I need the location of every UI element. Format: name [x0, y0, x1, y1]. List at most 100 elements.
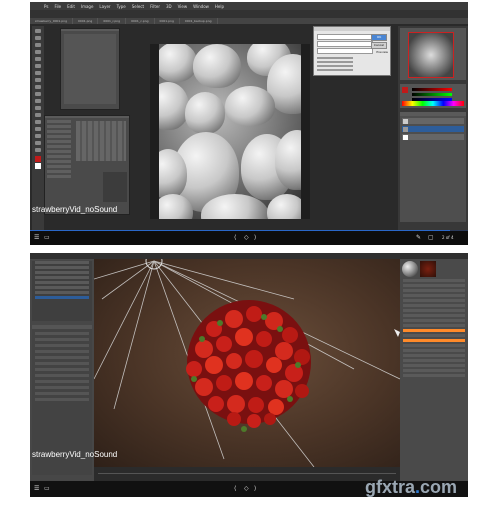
- tree-item[interactable]: [35, 286, 89, 289]
- chat-icon[interactable]: ▭: [44, 485, 50, 492]
- material-setting[interactable]: [403, 294, 465, 297]
- material-setting[interactable]: [403, 279, 465, 282]
- dialog-field[interactable]: [317, 41, 373, 47]
- property-row[interactable]: [35, 362, 89, 365]
- layer-row[interactable]: [402, 134, 464, 140]
- brush-tip-grid[interactable]: [76, 121, 126, 161]
- material-setting[interactable]: [403, 364, 465, 367]
- material-setting[interactable]: [403, 314, 465, 317]
- texture-thumbnail[interactable]: [420, 261, 436, 277]
- menu-icon[interactable]: ☰: [34, 485, 39, 492]
- 3d-viewport[interactable]: [94, 259, 400, 467]
- lasso-tool-icon[interactable]: [35, 43, 41, 47]
- doc-tab[interactable]: 0001_r.png: [98, 18, 127, 24]
- brush-setting[interactable]: [47, 160, 71, 163]
- menu-item[interactable]: Image: [81, 4, 94, 9]
- menu-item[interactable]: File: [54, 4, 61, 9]
- prev-icon[interactable]: ⟨: [234, 485, 236, 492]
- menu-item[interactable]: Ps: [44, 4, 48, 9]
- brush-setting[interactable]: [47, 145, 71, 148]
- menu-item[interactable]: Select: [132, 4, 144, 9]
- material-setting[interactable]: [403, 299, 465, 302]
- play-icon[interactable]: ◇: [244, 234, 249, 241]
- pen-icon[interactable]: ✎: [416, 234, 421, 241]
- dialog-option[interactable]: [317, 57, 353, 59]
- shape-tool-icon[interactable]: [35, 148, 41, 152]
- property-row[interactable]: [35, 386, 89, 389]
- material-setting[interactable]: [403, 309, 465, 312]
- material-setting[interactable]: [403, 359, 465, 362]
- dialog-option[interactable]: [317, 69, 353, 71]
- brush-setting[interactable]: [47, 155, 71, 158]
- blur-tool-icon[interactable]: [35, 113, 41, 117]
- tree-item[interactable]: [35, 271, 89, 274]
- crop-icon[interactable]: ▢: [428, 234, 434, 241]
- menu-item[interactable]: View: [178, 4, 188, 9]
- eyedropper-tool-icon[interactable]: [35, 64, 41, 68]
- menu-item[interactable]: Edit: [67, 4, 75, 9]
- tree-item[interactable]: [35, 281, 89, 284]
- menu-item[interactable]: Help: [215, 4, 224, 9]
- property-row[interactable]: [35, 380, 89, 383]
- tree-item[interactable]: [35, 276, 89, 279]
- property-row[interactable]: [35, 338, 89, 341]
- brush-setting[interactable]: [47, 125, 71, 128]
- menu-item[interactable]: Type: [117, 4, 126, 9]
- crop-tool-icon[interactable]: [35, 57, 41, 61]
- color-ramp[interactable]: [402, 101, 464, 106]
- menu-item[interactable]: 3D: [166, 4, 172, 9]
- tree-item[interactable]: [35, 291, 89, 294]
- brush-setting[interactable]: [47, 150, 71, 153]
- marquee-tool-icon[interactable]: [35, 36, 41, 40]
- doc-tab[interactable]: strawberry_0001.png: [30, 18, 74, 24]
- menu-item[interactable]: Layer: [99, 4, 110, 9]
- layer-row[interactable]: [402, 118, 464, 124]
- property-row[interactable]: [35, 368, 89, 371]
- red-slider[interactable]: [412, 88, 452, 91]
- color-swatch[interactable]: [402, 87, 408, 93]
- dialog-option[interactable]: [317, 65, 353, 67]
- menu-icon[interactable]: ☰: [34, 234, 39, 241]
- doc-tab[interactable]: 0001.png: [73, 18, 99, 24]
- heal-tool-icon[interactable]: [35, 71, 41, 75]
- tree-item[interactable]: [35, 266, 89, 269]
- brush-setting[interactable]: [47, 120, 71, 123]
- stamp-tool-icon[interactable]: [35, 85, 41, 89]
- dialog-field[interactable]: [317, 48, 373, 54]
- path-select-icon[interactable]: [35, 141, 41, 145]
- property-row[interactable]: [35, 392, 89, 395]
- material-setting[interactable]: [403, 319, 465, 322]
- material-setting[interactable]: [403, 349, 465, 352]
- material-setting[interactable]: [403, 324, 465, 327]
- brush-setting[interactable]: [47, 135, 71, 138]
- menu-item[interactable]: Window: [193, 4, 209, 9]
- cancel-button[interactable]: Cancel: [371, 42, 387, 49]
- material-setting[interactable]: [403, 369, 465, 372]
- ok-button[interactable]: OK: [371, 34, 387, 41]
- brush-setting[interactable]: [47, 130, 71, 133]
- strawberry-render-canvas[interactable]: [159, 44, 301, 219]
- brush-tool-icon[interactable]: [35, 78, 41, 82]
- layer-row-selected[interactable]: [402, 126, 464, 132]
- prev-icon[interactable]: ⟨: [234, 234, 236, 241]
- play-icon[interactable]: ◇: [244, 485, 249, 492]
- material-setting[interactable]: [403, 344, 465, 347]
- gradient-tool-icon[interactable]: [35, 106, 41, 110]
- type-tool-icon[interactable]: [35, 134, 41, 138]
- next-icon[interactable]: ⟩: [254, 234, 256, 241]
- background-color-swatch[interactable]: [35, 163, 41, 169]
- chat-icon[interactable]: ▭: [44, 234, 50, 241]
- material-setting[interactable]: [403, 304, 465, 307]
- brush-setting[interactable]: [47, 140, 71, 143]
- tree-item[interactable]: [35, 261, 89, 264]
- material-setting[interactable]: [403, 334, 465, 337]
- dodge-tool-icon[interactable]: [35, 120, 41, 124]
- dialog-option[interactable]: [317, 61, 353, 63]
- pen-tool-icon[interactable]: [35, 127, 41, 131]
- material-setting[interactable]: [403, 289, 465, 292]
- property-row[interactable]: [35, 356, 89, 359]
- green-slider[interactable]: [412, 93, 452, 96]
- material-setting[interactable]: [403, 354, 465, 357]
- next-icon[interactable]: ⟩: [254, 485, 256, 492]
- material-setting-selected[interactable]: [403, 329, 465, 332]
